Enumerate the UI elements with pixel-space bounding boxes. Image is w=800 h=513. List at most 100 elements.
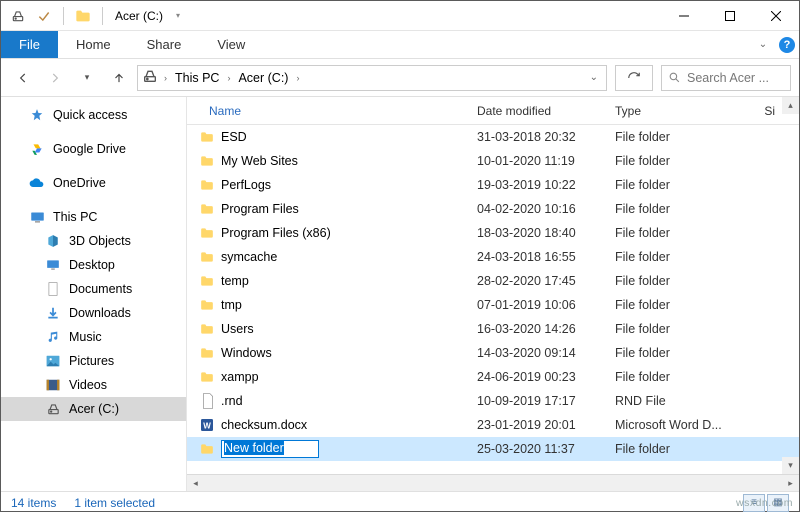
file-date: 23-01-2019 20:01 <box>477 418 615 432</box>
horizontal-scrollbar[interactable]: ◂ ▸ <box>187 474 799 491</box>
file-name: checksum.docx <box>221 418 477 432</box>
sidebar-item-onedrive[interactable]: OneDrive <box>1 171 186 195</box>
folder-icon <box>187 442 221 456</box>
file-name: Program Files (x86) <box>221 226 477 240</box>
navigation-pane[interactable]: Quick access Google Drive OneDrive This … <box>1 97 187 491</box>
scroll-up-icon[interactable]: ▴ <box>782 97 799 114</box>
file-name: .rnd <box>221 394 477 408</box>
main-area: Quick access Google Drive OneDrive This … <box>1 97 799 491</box>
search-input[interactable]: Search Acer ... <box>661 65 791 91</box>
navigation-bar: ▾ › This PC › Acer (C:) › ⌄ Search Acer … <box>1 59 799 97</box>
file-date: 14-03-2020 09:14 <box>477 346 615 360</box>
drive-icon <box>142 68 158 87</box>
address-bar[interactable]: › This PC › Acer (C:) › ⌄ <box>137 65 607 91</box>
up-button[interactable] <box>105 65 133 91</box>
column-date[interactable]: Date modified <box>477 104 615 118</box>
sidebar-item-google-drive[interactable]: Google Drive <box>1 137 186 161</box>
sidebar-item-music[interactable]: Music <box>1 325 186 349</box>
scroll-left-icon[interactable]: ◂ <box>187 475 204 492</box>
refresh-button[interactable] <box>615 65 653 91</box>
address-dropdown-icon[interactable]: ⌄ <box>586 72 602 83</box>
properties-icon[interactable] <box>33 5 55 27</box>
scroll-down-icon[interactable]: ▾ <box>782 457 799 474</box>
sidebar-item-desktop[interactable]: Desktop <box>1 253 186 277</box>
file-type: RND File <box>615 394 737 408</box>
sidebar-item-downloads[interactable]: Downloads <box>1 301 186 325</box>
file-row[interactable]: symcache24-03-2018 16:55File folder <box>187 245 799 269</box>
file-row[interactable]: Program Files04-02-2020 10:16File folder <box>187 197 799 221</box>
file-date: 07-01-2019 10:06 <box>477 298 615 312</box>
file-rows: ESD31-03-2018 20:32File folderMy Web Sit… <box>187 125 799 474</box>
sidebar-item-documents[interactable]: Documents <box>1 277 186 301</box>
file-type: File folder <box>615 370 737 384</box>
file-row[interactable]: tmp07-01-2019 10:06File folder <box>187 293 799 317</box>
chevron-right-icon[interactable]: › <box>160 73 171 83</box>
file-row-new[interactable]: New folder25-03-2020 11:37File folder <box>187 437 799 461</box>
file-name: xampp <box>221 370 477 384</box>
file-type: File folder <box>615 442 737 456</box>
file-name: PerfLogs <box>221 178 477 192</box>
file-name: Windows <box>221 346 477 360</box>
status-item-count: 14 items <box>11 496 56 510</box>
file-row[interactable]: xampp24-06-2019 00:23File folder <box>187 365 799 389</box>
sidebar-item-videos[interactable]: Videos <box>1 373 186 397</box>
breadcrumb-drive[interactable]: Acer (C:) <box>236 71 290 85</box>
folder-icon <box>187 130 221 144</box>
status-selection: 1 item selected <box>74 496 155 510</box>
scroll-right-icon[interactable]: ▸ <box>782 475 799 492</box>
tab-share[interactable]: Share <box>129 31 200 58</box>
file-row[interactable]: .rnd10-09-2019 17:17RND File <box>187 389 799 413</box>
tab-home[interactable]: Home <box>58 31 129 58</box>
file-date: 16-03-2020 14:26 <box>477 322 615 336</box>
tab-view[interactable]: View <box>199 31 263 58</box>
maximize-button[interactable] <box>707 1 753 31</box>
drive-icon[interactable] <box>7 5 29 27</box>
svg-text:W: W <box>203 421 211 430</box>
tab-file[interactable]: File <box>1 31 58 58</box>
cloud-icon <box>29 175 45 191</box>
breadcrumb-thispc[interactable]: This PC <box>173 71 221 85</box>
file-row[interactable]: My Web Sites10-01-2020 11:19File folder <box>187 149 799 173</box>
rename-input[interactable]: New folder <box>221 440 319 458</box>
column-type[interactable]: Type <box>615 104 737 118</box>
folder-icon <box>72 5 94 27</box>
file-type: File folder <box>615 298 737 312</box>
sidebar-item-quick-access[interactable]: Quick access <box>1 103 186 127</box>
star-icon <box>29 107 45 123</box>
help-button[interactable]: ? <box>775 31 799 58</box>
file-type: File folder <box>615 274 737 288</box>
file-row[interactable]: temp28-02-2020 17:45File folder <box>187 269 799 293</box>
back-button[interactable] <box>9 65 37 91</box>
file-date: 10-01-2020 11:19 <box>477 154 615 168</box>
file-name: Users <box>221 322 477 336</box>
sidebar-item-3d-objects[interactable]: 3D Objects <box>1 229 186 253</box>
column-name[interactable]: Name <box>187 104 477 118</box>
file-name: symcache <box>221 250 477 264</box>
file-row[interactable]: ESD31-03-2018 20:32File folder <box>187 125 799 149</box>
file-type: File folder <box>615 202 737 216</box>
sidebar-item-pictures[interactable]: Pictures <box>1 349 186 373</box>
sidebar-item-thispc[interactable]: This PC <box>1 205 186 229</box>
file-row[interactable]: Windows14-03-2020 09:14File folder <box>187 341 799 365</box>
file-type: File folder <box>615 130 737 144</box>
file-row[interactable]: Wchecksum.docx23-01-2019 20:01Microsoft … <box>187 413 799 437</box>
ribbon: File Home Share View ⌄ ? <box>1 31 799 59</box>
sidebar-item-acer-c[interactable]: Acer (C:) <box>1 397 186 421</box>
status-bar: 14 items 1 item selected ≡ ▦ <box>1 491 799 513</box>
drive-icon <box>45 401 61 417</box>
folder-icon <box>187 322 221 336</box>
qat-dropdown-icon[interactable]: ▾ <box>167 5 189 27</box>
folder-icon <box>187 226 221 240</box>
title-bar: Acer (C:) ▾ <box>1 1 799 31</box>
chevron-right-icon[interactable]: › <box>292 73 303 83</box>
minimize-button[interactable] <box>661 1 707 31</box>
file-row[interactable]: PerfLogs19-03-2019 10:22File folder <box>187 173 799 197</box>
expand-ribbon-icon[interactable]: ⌄ <box>751 31 775 58</box>
file-row[interactable]: Users16-03-2020 14:26File folder <box>187 317 799 341</box>
close-button[interactable] <box>753 1 799 31</box>
recent-locations-icon[interactable]: ▾ <box>73 65 101 91</box>
file-row[interactable]: Program Files (x86)18-03-2020 18:40File … <box>187 221 799 245</box>
file-date: 24-03-2018 16:55 <box>477 250 615 264</box>
chevron-right-icon[interactable]: › <box>223 73 234 83</box>
forward-button[interactable] <box>41 65 69 91</box>
